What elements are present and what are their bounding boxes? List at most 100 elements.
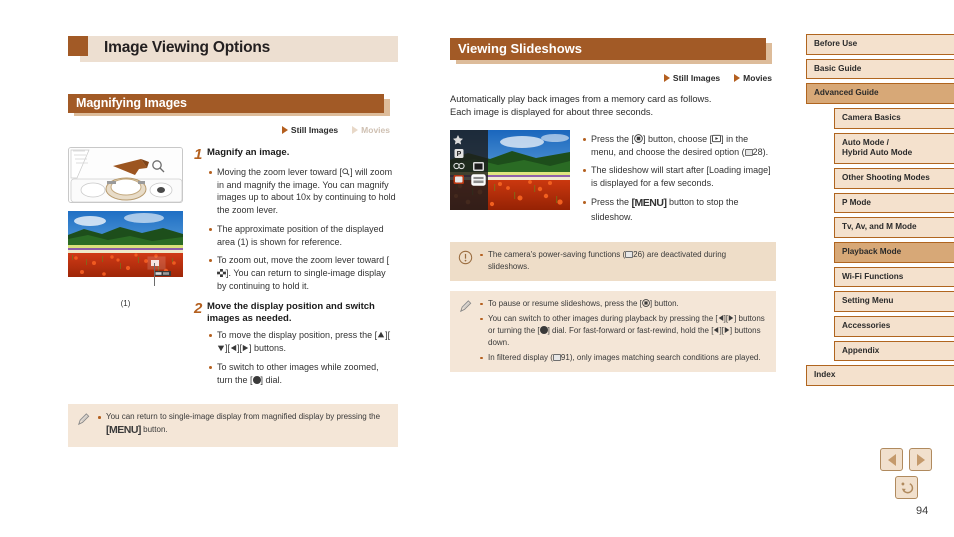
sidebar-item-camera-basics[interactable]: Camera Basics <box>834 107 954 129</box>
sidebar-item-index[interactable]: Index <box>806 365 954 386</box>
slideshow-menu-illustration: P <box>450 129 572 232</box>
photo-svg <box>68 211 183 277</box>
down-button-icon <box>217 345 225 352</box>
step-2: 2 Move the display position and switch i… <box>194 299 396 327</box>
warning-box: The camera's power-saving functions (26)… <box>450 241 776 281</box>
badge-still-images: Still Images <box>663 73 721 83</box>
page-title-square-icon <box>68 36 88 56</box>
triangle-icon <box>663 74 670 82</box>
step-title: Magnify an image. <box>207 147 290 158</box>
note-item: You can return to single-image display f… <box>98 411 390 439</box>
note-box-middle: To pause or resume slideshows, press the… <box>450 290 776 372</box>
sidebar-item-tv-av-m-mode[interactable]: Tv, Av, and M Mode <box>834 217 954 238</box>
sidebar-item-other-shooting-modes[interactable]: Other Shooting Modes <box>834 167 954 189</box>
left-arrow-icon <box>887 453 896 466</box>
camera-diagram-svg <box>69 148 182 202</box>
leader-line <box>154 263 155 286</box>
note-item: To pause or resume slideshows, press the… <box>480 298 768 310</box>
page-reference-icon <box>625 250 634 258</box>
warning-item: The camera's power-saving functions (26)… <box>480 249 768 273</box>
bullet-item: Moving the zoom lever toward [] will zoo… <box>209 166 396 217</box>
note-item: In filtered display (91), only images ma… <box>480 352 768 364</box>
left-button-icon <box>230 344 237 352</box>
step-2-bullets: To move the display position, press the … <box>209 329 396 386</box>
page-nav-controls <box>880 448 932 499</box>
up-button-icon <box>377 332 385 338</box>
triangle-icon <box>352 126 359 134</box>
bullet-item: The slideshow will start after [Loading … <box>583 164 772 190</box>
section-header-slideshows: Viewing Slideshows <box>450 38 772 64</box>
badge-movies: Movies <box>734 73 772 83</box>
pencil-icon-svg <box>78 413 90 426</box>
page-title-text: Image Viewing Options <box>104 39 271 56</box>
sidebar-nav: Before Use Basic Guide Advanced Guide Ca… <box>806 34 954 390</box>
step-number: 1 <box>194 146 203 163</box>
sidebar-item-basic-guide[interactable]: Basic Guide <box>806 58 954 80</box>
manual-page: Image Viewing Options Magnifying Images … <box>0 0 954 537</box>
sidebar-item-advanced-guide[interactable]: Advanced Guide <box>806 83 954 104</box>
menu-key-glyph: [MENU] <box>631 197 667 209</box>
section-header-text: Magnifying Images <box>76 96 187 110</box>
triangle-icon <box>281 126 288 134</box>
left-column: Image Viewing Options Magnifying Images … <box>68 36 398 448</box>
slideshow-steps: Press the [] button, choose [] in the me… <box>583 133 772 224</box>
note-item: You can switch to other images during pl… <box>480 313 768 349</box>
right-button-icon <box>242 344 249 352</box>
right-button-icon <box>724 326 730 333</box>
right-button-icon <box>728 314 734 321</box>
svg-text:P: P <box>457 151 462 158</box>
step-1-bullets: Moving the zoom lever toward [] will zoo… <box>209 166 396 293</box>
badge-label: Still Images <box>290 125 339 135</box>
slideshow-screen-svg: P <box>450 129 570 210</box>
warning-list: The camera's power-saving functions (26)… <box>480 249 768 273</box>
magnify-icon <box>342 168 350 176</box>
media-badges-left: Still Images Movies <box>68 125 390 135</box>
media-badges-middle: Still Images Movies <box>450 73 772 83</box>
sidebar-item-accessories[interactable]: Accessories <box>834 315 954 337</box>
previous-page-button[interactable] <box>880 448 903 471</box>
left-button-icon <box>718 314 723 321</box>
sidebar-item-before-use[interactable]: Before Use <box>806 34 954 55</box>
bullet-item: The approximate position of the displaye… <box>209 223 396 249</box>
dial-icon <box>539 325 548 334</box>
note-box-left: You can return to single-image display f… <box>68 404 398 448</box>
badge-label: Movies <box>361 125 390 135</box>
exclamation-icon <box>458 249 480 273</box>
func-set-icon <box>642 298 650 307</box>
photo-magnified-illustration <box>68 211 183 287</box>
index-view-icon <box>217 269 226 278</box>
step-title: Move the display position and switch ima… <box>207 300 375 325</box>
func-set-icon <box>634 134 643 143</box>
sidebar-item-playback-mode[interactable]: Playback Mode <box>834 241 954 263</box>
page-reference-icon <box>744 148 753 156</box>
pencil-note-icon <box>458 298 480 364</box>
left-button-icon <box>714 326 719 333</box>
intro-line-2: Each image is displayed for about three … <box>450 107 654 118</box>
step-number: 2 <box>194 299 203 317</box>
sidebar-item-wifi-functions[interactable]: Wi-Fi Functions <box>834 266 954 288</box>
badge-label: Still Images <box>672 73 721 83</box>
bullet-item: To move the display position, press the … <box>209 329 396 355</box>
page-reference-icon <box>552 353 561 361</box>
sidebar-item-auto-mode[interactable]: Auto Mode / Hybrid Auto Mode <box>834 132 954 164</box>
badge-movies: Movies <box>352 125 390 135</box>
pencil-icon-svg <box>460 299 472 312</box>
bullet-item: To zoom out, move the zoom lever toward … <box>209 254 396 292</box>
bullet-item: To switch to other images while zoomed, … <box>209 361 396 387</box>
triangle-icon <box>734 74 741 82</box>
sidebar-item-setting-menu[interactable]: Setting Menu <box>834 291 954 312</box>
note-list: To pause or resume slideshows, press the… <box>480 298 768 364</box>
middle-bullets: Press the [] button, choose [] in the me… <box>580 130 772 232</box>
middle-column: Viewing Slideshows Still Images Movies A… <box>450 38 776 372</box>
bullet-item: Press the [MENU] button to stop the slid… <box>583 196 772 224</box>
back-button[interactable] <box>894 476 918 499</box>
intro-text: Automatically play back images from a me… <box>450 93 776 120</box>
sidebar-item-appendix[interactable]: Appendix <box>834 340 954 362</box>
section-header-text: Viewing Slideshows <box>458 41 583 56</box>
exclamation-icon-svg <box>458 250 473 264</box>
next-page-button[interactable] <box>909 448 932 471</box>
sidebar-item-p-mode[interactable]: P Mode <box>834 192 954 214</box>
slideshow-icon <box>712 134 722 143</box>
note-list: You can return to single-image display f… <box>98 411 390 439</box>
left-steps: 1 Magnify an image. Moving the zoom leve… <box>194 147 396 394</box>
